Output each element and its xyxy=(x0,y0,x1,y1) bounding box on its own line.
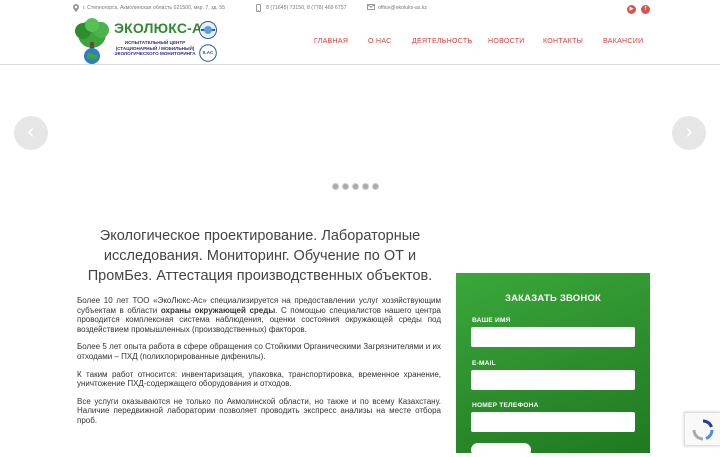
location-pin-icon xyxy=(72,4,79,12)
recaptcha-badge[interactable] xyxy=(684,412,720,446)
form-title: ЗАКАЗАТЬ ЗВОНОК xyxy=(504,293,602,304)
slider-dot[interactable] xyxy=(372,183,379,190)
name-input[interactable] xyxy=(471,327,635,347)
content-paragraph: Более 10 лет ТОО «ЭкоЛюкс-Ас» специализи… xyxy=(77,296,441,334)
certification-seal-icon xyxy=(199,21,217,39)
top-info-bar: г. Степногорск, Акмолинская область 0215… xyxy=(0,0,720,17)
about-content: Более 10 лет ТОО «ЭкоЛюкс-Ас» специализи… xyxy=(77,296,441,434)
phone-input[interactable] xyxy=(471,412,635,432)
page-headline: Экологическое проектирование. Лабораторн… xyxy=(87,228,433,284)
chevron-right-icon: › xyxy=(685,121,693,143)
nav-item-activity[interactable]: ДЕЯТЕЛЬНОСТЬ xyxy=(412,38,472,45)
phone-item: 8 (71645) 73150, 8 (778) 469 6757 xyxy=(255,4,346,12)
nav-item-contacts[interactable]: КОНТАКТЫ xyxy=(543,38,583,45)
hero-slider: ‹ › xyxy=(0,66,720,206)
logo-subtitle-line: ЭКОЛОГИЧЕСКОГО МОНИТОРИНГА xyxy=(114,51,196,57)
ilac-badge: ILAC xyxy=(199,44,217,62)
phone-text[interactable]: 8 (71645) 73150, 8 (778) 469 6757 xyxy=(266,5,346,11)
address-item: г. Степногорск, Акмолинская область 0215… xyxy=(72,4,225,12)
email-label: E-MAIL xyxy=(472,360,496,367)
email-text[interactable]: office@ekoluks-as.kz xyxy=(378,5,427,11)
slider-dot[interactable] xyxy=(362,183,369,190)
youtube-icon[interactable]: ▶ xyxy=(627,5,636,14)
content-paragraph: Более 5 лет опыта работа в сфере обращен… xyxy=(77,342,441,361)
email-item: office@ekoluks-as.kz xyxy=(367,4,427,12)
callback-form: ЗАКАЗАТЬ ЗВОНОК ВАШЕ ИМЯ E-MAIL НОМЕР ТЕ… xyxy=(456,273,650,457)
submit-button[interactable] xyxy=(471,443,531,457)
nav-item-vacancies[interactable]: ВАКАНСИИ xyxy=(603,38,643,45)
name-label: ВАШЕ ИМЯ xyxy=(472,317,511,324)
nav-item-news[interactable]: НОВОСТИ xyxy=(488,38,525,45)
logo-subtitle: ИСПЫТАТЕЛЬНЫЙ ЦЕНТР (СТАЦИОНАРНЫЙ / МОБИ… xyxy=(110,40,200,57)
highlight-text: охраны окружающей среды xyxy=(160,305,276,315)
slider-dot[interactable] xyxy=(342,183,349,190)
address-text: г. Степногорск, Акмолинская область 0215… xyxy=(83,5,226,11)
slider-prev-button[interactable]: ‹ xyxy=(14,116,48,150)
phone-label: НОМЕР ТЕЛЕФОНА xyxy=(472,402,539,409)
content-paragraph: Все услуги оказываются не только по Акмо… xyxy=(77,396,441,425)
slider-dot[interactable] xyxy=(332,183,339,190)
ilac-badge-text: ILAC xyxy=(202,50,214,55)
slider-dots xyxy=(332,183,379,190)
recaptcha-icon xyxy=(692,419,714,441)
content-paragraph: К таким работ относится: инвентаризация,… xyxy=(77,369,441,389)
envelope-icon xyxy=(367,4,375,12)
slider-next-button[interactable]: › xyxy=(672,116,706,150)
chevron-left-icon: ‹ xyxy=(27,121,35,143)
email-input[interactable] xyxy=(471,370,635,390)
slider-dot[interactable] xyxy=(352,183,359,190)
site-header: ЭКОЛЮКС-АС ИСПЫТАТЕЛЬНЫЙ ЦЕНТР (СТАЦИОНА… xyxy=(0,17,720,65)
phone-icon xyxy=(255,4,262,12)
facebook-icon[interactable]: f xyxy=(641,5,650,14)
site-logo[interactable]: ЭКОЛЮКС-АС ИСПЫТАТЕЛЬНЫЙ ЦЕНТР (СТАЦИОНА… xyxy=(70,18,220,64)
nav-item-about[interactable]: О НАС xyxy=(368,38,392,45)
nav-item-home[interactable]: ГЛАВНАЯ xyxy=(314,38,348,45)
